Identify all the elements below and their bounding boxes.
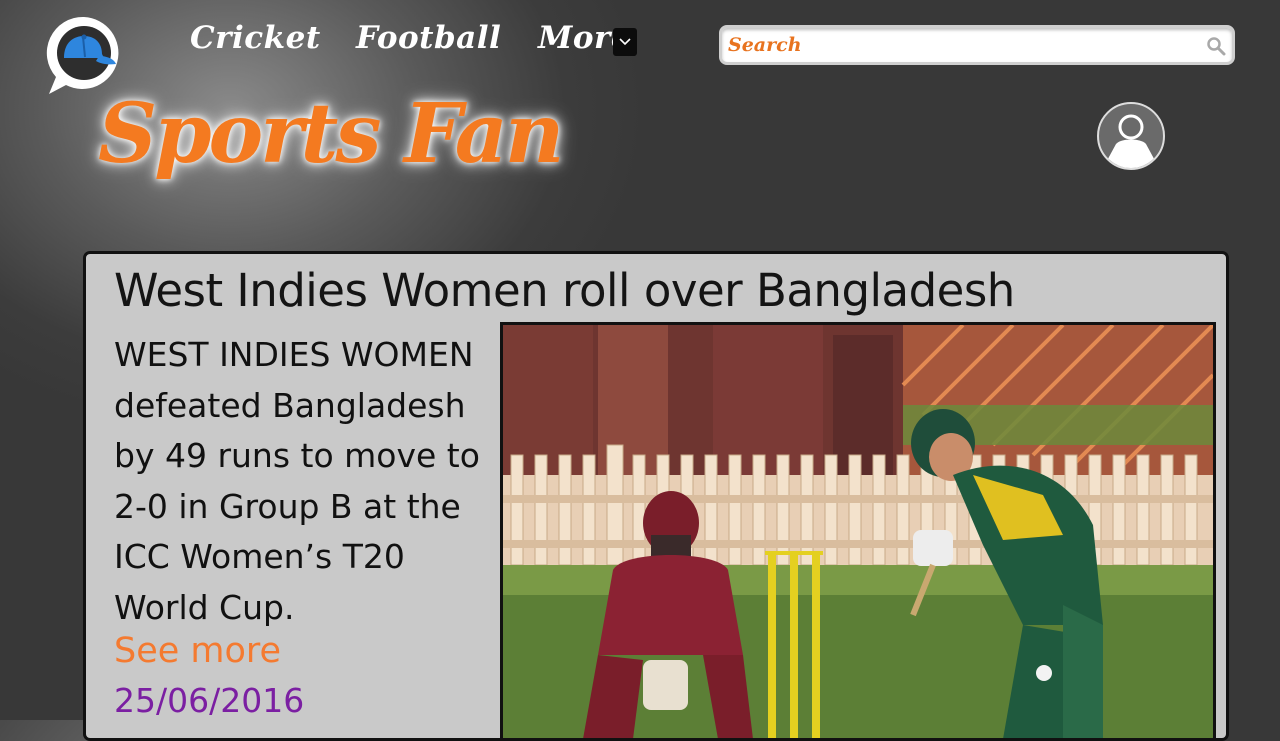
app-logo-icon[interactable] [44, 14, 124, 96]
search-box [719, 25, 1235, 65]
see-more-link[interactable]: See more [114, 631, 281, 671]
nav-football[interactable]: Football [356, 20, 501, 56]
nav-cricket[interactable]: Cricket [190, 20, 321, 56]
article-photo[interactable] [500, 322, 1216, 738]
article-headline[interactable]: West Indies Women roll over Bangladesh [114, 264, 1015, 317]
user-avatar-icon[interactable] [1097, 102, 1165, 170]
article-card: West Indies Women roll over Bangladesh W… [83, 251, 1229, 741]
more-dropdown-toggle[interactable] [613, 28, 637, 56]
search-input[interactable] [728, 30, 1198, 60]
article-date: 25/06/2016 [114, 681, 305, 720]
article-body: WEST INDIES WOMEN defeated Bangladesh by… [114, 335, 480, 627]
brand-title: Sports Fan [98, 86, 565, 182]
chevron-down-icon [619, 38, 631, 46]
search-icon[interactable] [1206, 36, 1226, 56]
